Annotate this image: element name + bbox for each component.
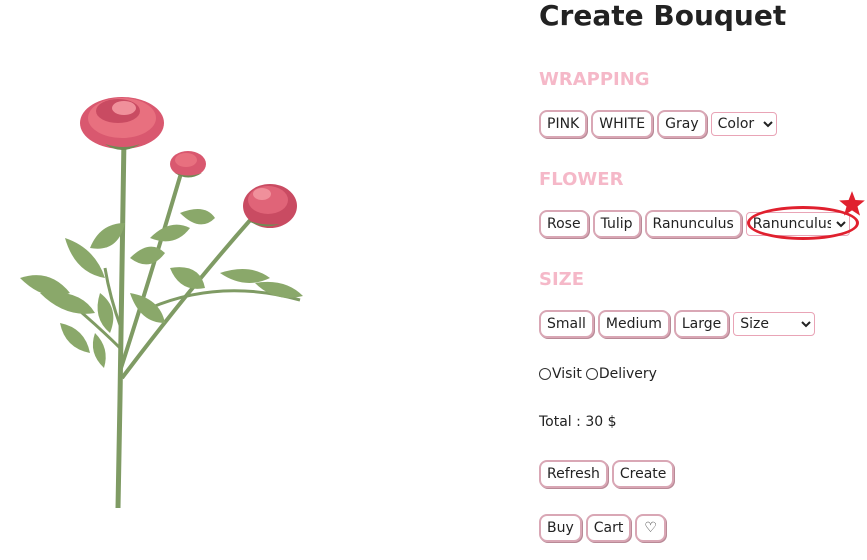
page-title: Create Bouquet [539,0,787,32]
flower-rose-button[interactable]: Rose [539,210,589,238]
flower-tulip-button[interactable]: Tulip [592,210,641,238]
wrapping-gray-button[interactable]: Gray [657,110,707,138]
visit-radio-circle[interactable] [539,368,551,380]
delivery-radio[interactable]: Delivery [585,366,657,382]
purchase-actions: Buy Cart ♡ [539,514,666,542]
visit-radio-label: Visit [552,366,582,382]
create-button[interactable]: Create [611,460,675,488]
wrapping-heading: WRAPPING [539,69,650,90]
flower-options: Rose Tulip Ranunculus Ranunculus [539,210,850,238]
wrapping-color-select[interactable]: Color [710,112,777,136]
total-price: Total : 30 $ [539,414,617,430]
delivery-radio-circle[interactable] [585,368,598,380]
cart-button[interactable]: Cart [585,514,632,542]
delivery-radio-label: Delivery [598,366,657,382]
visit-radio[interactable]: Visit [539,366,582,382]
wrapping-white-button[interactable]: WHITE [591,110,654,138]
wrapping-options: PINK WHITE Gray Color [539,110,777,138]
favorite-button[interactable]: ♡ [635,514,666,542]
bouquet-panel: Create Bouquet WRAPPING PINK WHITE Gray … [539,0,867,542]
ranunculus-photo [20,97,303,509]
delivery-options: Visit Delivery [539,366,657,382]
size-small-button[interactable]: Small [539,310,594,338]
size-select[interactable]: Size [733,312,816,336]
flower-ranunculus-button[interactable]: Ranunculus [644,210,742,238]
flower-type-select[interactable]: Ranunculus [745,212,850,236]
create-actions: Refresh Create [539,460,675,488]
annotation-star-icon [839,191,865,216]
buy-button[interactable]: Buy [539,514,582,542]
size-large-button[interactable]: Large [673,310,730,338]
size-options: Small Medium Large Size [539,310,816,338]
wrapping-pink-button[interactable]: PINK [539,110,588,138]
refresh-button[interactable]: Refresh [539,460,608,488]
size-heading: SIZE [539,269,585,290]
size-medium-button[interactable]: Medium [597,310,670,338]
flower-heading: FLOWER [539,169,624,190]
